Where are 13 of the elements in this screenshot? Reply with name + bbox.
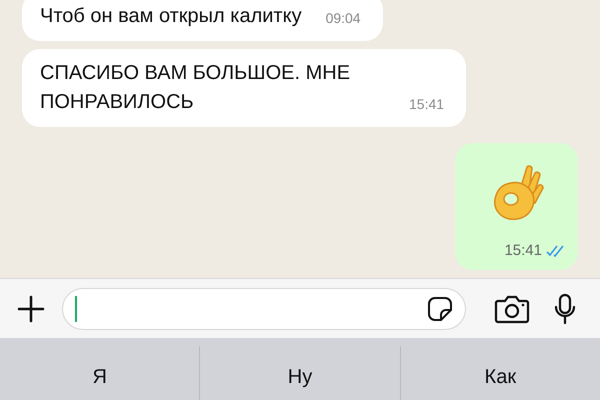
message-field[interactable] bbox=[62, 288, 466, 330]
suggestion-word[interactable]: Ну bbox=[288, 362, 312, 392]
message-time: 15:41 bbox=[409, 95, 444, 114]
message-time: 15:41 bbox=[504, 240, 542, 260]
message-text: Чтоб он вам открыл калитку bbox=[40, 4, 302, 29]
suggestion-word[interactable]: Как bbox=[484, 362, 516, 392]
camera-icon[interactable] bbox=[494, 294, 530, 324]
plus-icon[interactable] bbox=[16, 294, 46, 324]
suggestion-word[interactable]: Я bbox=[92, 362, 107, 392]
sticker-icon[interactable] bbox=[427, 296, 453, 322]
message-time: 09:04 bbox=[326, 9, 361, 28]
message-text: СПАСИБО ВАМ БОЛЬШОЕ. МНЕ ПОНРАВИЛОСЬ bbox=[40, 61, 352, 115]
microphone-icon[interactable] bbox=[554, 292, 576, 324]
